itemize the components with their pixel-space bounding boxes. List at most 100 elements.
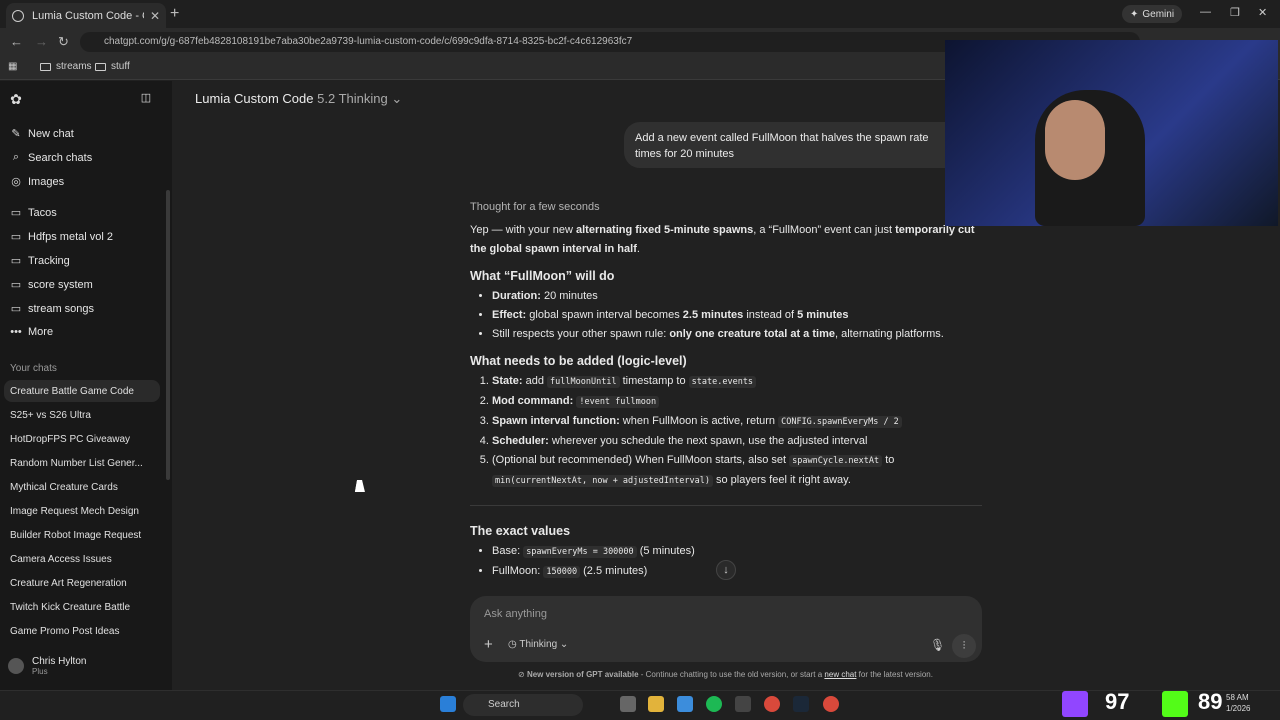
tab-title: Lumia Custom Code - Creature — [32, 9, 144, 22]
notepad-icon[interactable] — [677, 696, 693, 712]
list-item: Spawn interval function: when FullMoon i… — [492, 412, 982, 432]
sidebar-project-stream-songs[interactable]: ▭ stream songs — [10, 302, 94, 316]
chat-item[interactable]: Camera Access Issues — [10, 554, 112, 565]
new-chat-link[interactable]: new chat — [824, 670, 856, 679]
bookmark-streams[interactable]: streams — [40, 61, 92, 72]
chat-item[interactable]: HotDropFPS PC Giveaway — [10, 434, 130, 445]
steps-list: State: add fullMoonUntil timestamp to st… — [470, 372, 982, 491]
folder-icon: ▭ — [10, 255, 22, 267]
chat-item[interactable]: Mythical Creature Cards — [10, 482, 118, 493]
folder-icon: ▭ — [10, 303, 22, 315]
add-attachment-button[interactable]: + — [484, 636, 493, 653]
close-window-icon[interactable]: ✕ — [1258, 6, 1267, 19]
list-item: Scheduler: wherever you schedule the nex… — [492, 432, 982, 451]
user-message: Add a new event called FullMoon that hal… — [624, 122, 946, 168]
file-explorer-icon[interactable] — [648, 696, 664, 712]
sidebar-project-score-system[interactable]: ▭ score system — [10, 278, 93, 292]
section-heading: What needs to be added (logic-level) — [470, 354, 687, 368]
hud-fx-icon[interactable] — [735, 696, 751, 712]
browser-tabbar — [0, 0, 1280, 28]
chat-item[interactable]: Game Promo Post Ideas — [10, 626, 120, 637]
list-item: Duration: 20 minutes — [492, 287, 982, 306]
gpt-name: Lumia Custom Code — [195, 91, 314, 106]
list-item: State: add fullMoonUntil timestamp to st… — [492, 372, 982, 392]
browser-tab[interactable]: Lumia Custom Code - Creature ✕ — [6, 3, 166, 28]
gemini-icon: ✦ — [1130, 8, 1139, 20]
folder-icon: ▭ — [10, 207, 22, 219]
microphone-icon[interactable]: 🎙 — [930, 638, 945, 652]
composer: Ask anything + ◷ Thinking ⌄ 🎙 ⫶ — [470, 596, 982, 662]
reload-icon[interactable]: ↻ — [58, 34, 69, 50]
taskbar-search[interactable]: Search — [463, 694, 583, 716]
chat-item[interactable]: S25+ vs S26 Ultra — [10, 410, 91, 421]
sidebar-project-tacos[interactable]: ▭ Tacos — [10, 206, 57, 220]
spotify-icon[interactable] — [706, 696, 722, 712]
sidebar-scrollbar[interactable] — [166, 190, 170, 480]
bookmark-stuff[interactable]: stuff — [95, 61, 130, 72]
taskbar — [0, 690, 1280, 720]
sidebar-item-images[interactable]: ◎ Images — [10, 175, 64, 189]
list-item: Base: spawnEveryMs = 300000 (5 minutes) — [492, 542, 982, 562]
assistant-message: Thought for a few seconds Yep — with you… — [470, 201, 982, 582]
prompt-input[interactable]: Ask anything — [484, 608, 547, 620]
windows-start-icon[interactable] — [440, 696, 456, 712]
minimize-icon[interactable]: — — [1200, 6, 1211, 18]
gemini-button[interactable]: ✦ Gemini — [1122, 5, 1183, 23]
user-profile[interactable]: Chris Hylton Plus — [8, 656, 86, 676]
chat-item[interactable]: Random Number List Gener... — [10, 458, 143, 469]
sidebar-project-hdfps[interactable]: ▭ Hdfps metal vol 2 — [10, 230, 113, 244]
back-icon[interactable]: ← — [10, 34, 23, 49]
list-item: Still respects your other spawn rule: on… — [492, 325, 982, 344]
chat-item[interactable]: Creature Battle Game Code — [10, 386, 134, 397]
sidebar-item-new-chat[interactable]: ✎ New chat — [10, 127, 73, 141]
close-tab-icon[interactable]: ✕ — [150, 9, 160, 23]
chat-item[interactable]: Builder Robot Image Request — [10, 530, 141, 541]
new-chat-icon: ✎ — [11, 128, 21, 140]
info-icon: ⊘ — [518, 670, 525, 679]
model-selector[interactable]: Lumia Custom Code 5.2 Thinking ⌄ — [195, 91, 402, 107]
chat-item[interactable]: Image Request Mech Design — [10, 506, 139, 517]
section-heading: The exact values — [470, 524, 571, 538]
arrow-down-icon: ↓ — [723, 564, 729, 576]
apps-icon[interactable]: ▦ — [8, 61, 17, 72]
steam-icon[interactable] — [793, 696, 809, 712]
sidebar-more[interactable]: ••• More — [10, 326, 53, 338]
webcam-overlay — [945, 40, 1278, 226]
chatgpt-favicon-icon — [12, 9, 24, 22]
kick-count: 89 — [1198, 689, 1223, 714]
model-name: 5.2 Thinking — [317, 91, 388, 106]
list-item: (Optional but recommended) When FullMoon… — [492, 451, 982, 491]
maximize-icon[interactable]: ❐ — [1230, 6, 1240, 19]
thinking-mode-button[interactable]: ◷ Thinking ⌄ — [508, 639, 568, 650]
task-view-icon[interactable] — [620, 696, 636, 712]
toggle-sidebar-icon[interactable]: ◫ — [140, 91, 152, 104]
twitch-icon — [1062, 691, 1088, 717]
avatar — [8, 658, 24, 674]
forward-icon[interactable]: → — [35, 34, 48, 49]
scroll-down-button[interactable]: ↓ — [716, 560, 736, 580]
more-icon: ••• — [10, 326, 22, 338]
openai-logo-icon[interactable]: ✿ — [10, 91, 22, 108]
list-item: Mod command: !event fullmoon — [492, 392, 982, 412]
chat-item[interactable]: Twitch Kick Creature Battle — [10, 602, 130, 613]
chevron-down-icon: ⌄ — [391, 91, 403, 106]
chat-item[interactable]: Creature Art Regeneration — [10, 578, 127, 589]
thought-indicator[interactable]: Thought for a few seconds — [470, 201, 982, 213]
sidebar-project-tracking[interactable]: ▭ Tracking — [10, 254, 70, 268]
clock-icon: ◷ — [508, 639, 517, 650]
voice-mode-button[interactable]: ⫶ — [952, 634, 976, 658]
image-icon: ◎ — [11, 176, 21, 188]
twitch-count: 97 — [1105, 689, 1130, 714]
new-tab-button[interactable]: + — [170, 5, 179, 23]
intro-paragraph: Yep — with your new alternating fixed 5-… — [470, 224, 975, 255]
sidebar-item-search-chats[interactable]: ⌕ Search chats — [10, 151, 92, 164]
chrome-icon[interactable] — [823, 696, 839, 712]
date: 1/2026 — [1226, 704, 1251, 713]
list-item: FullMoon: 150000 (2.5 minutes) — [492, 562, 982, 582]
divider — [470, 505, 982, 506]
effects-list: Duration: 20 minutes Effect: global spaw… — [470, 287, 982, 344]
your-chats-heading: Your chats — [10, 363, 57, 374]
chrome-icon[interactable] — [764, 696, 780, 712]
streamer-face — [1045, 100, 1105, 180]
clock: 58 AM — [1226, 693, 1249, 702]
